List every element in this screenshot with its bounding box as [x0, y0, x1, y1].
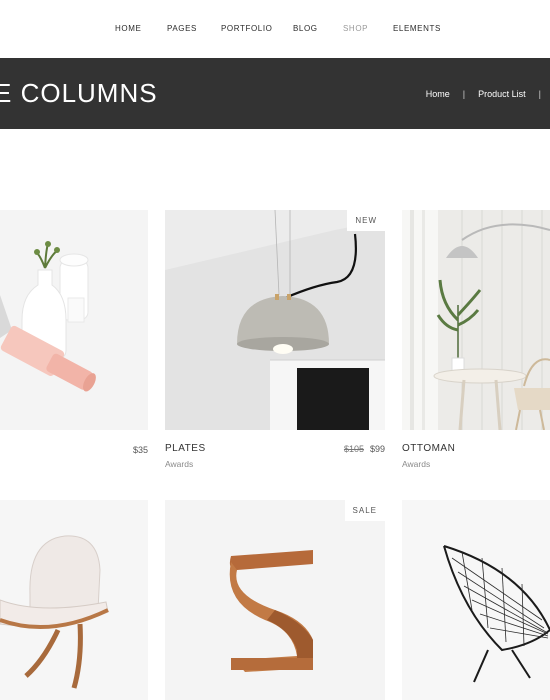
product-price-current: $99 [369, 444, 385, 454]
product-image-side-table[interactable]: SALE [165, 500, 385, 700]
product-image-string-chair[interactable] [402, 500, 550, 700]
product-card-shell-chair[interactable] [0, 500, 148, 700]
product-image-vases[interactable] [0, 210, 148, 430]
shell-chair-illustration [0, 500, 148, 700]
nav-item-elements[interactable]: ELEMENTS [393, 24, 441, 33]
breadcrumb: Home | Product List | [426, 89, 550, 99]
page-title-bar: E COLUMNS Home | Product List | [0, 58, 550, 129]
product-category[interactable]: Awards [165, 459, 193, 469]
top-navigation: HOME PAGES PORTFOLIO BLOG SHOP ELEMENTS [0, 0, 550, 58]
ottoman-room-illustration [402, 210, 550, 430]
nav-item-home[interactable]: HOME [115, 24, 141, 33]
page-title: E COLUMNS [0, 78, 158, 108]
product-card-side-table[interactable]: SALE [165, 500, 385, 700]
breadcrumb-separator: | [538, 89, 541, 99]
product-category[interactable]: Awards [402, 459, 430, 469]
breadcrumb-separator: | [462, 89, 466, 99]
sale-badge: SALE [344, 500, 385, 521]
product-card-string-chair[interactable] [402, 500, 550, 700]
nav-item-portfolio[interactable]: PORTFOLIO [221, 24, 272, 33]
product-price-old: $105 [343, 444, 364, 454]
product-price: $105 $99 [344, 444, 385, 454]
product-price-current: $35 [132, 445, 148, 455]
string-chair-illustration [402, 500, 550, 700]
product-card-vases[interactable]: $35 [0, 210, 148, 480]
product-price: $35 [133, 445, 148, 455]
side-table-illustration [165, 500, 385, 700]
product-image-plates[interactable]: NEW [165, 210, 385, 430]
nav-item-pages[interactable]: PAGES [167, 24, 197, 33]
product-image-shell-chair[interactable] [0, 500, 148, 700]
nav-item-shop[interactable]: SHOP [343, 24, 368, 33]
product-card-ottoman[interactable]: OTTOMAN Awards [402, 210, 550, 480]
breadcrumb-product-list[interactable]: Product List [478, 89, 526, 99]
product-image-ottoman[interactable] [402, 210, 550, 430]
product-card-plates[interactable]: NEW PLATES Awards $105 $99 [165, 210, 385, 480]
nav-item-blog[interactable]: BLOG [293, 24, 318, 33]
breadcrumb-home[interactable]: Home [426, 89, 450, 99]
new-badge: NEW [347, 210, 385, 231]
product-name[interactable]: PLATES [165, 443, 206, 454]
vases-illustration [0, 210, 148, 430]
pendant-lamp-illustration [165, 210, 385, 430]
product-name[interactable]: OTTOMAN [402, 443, 455, 454]
